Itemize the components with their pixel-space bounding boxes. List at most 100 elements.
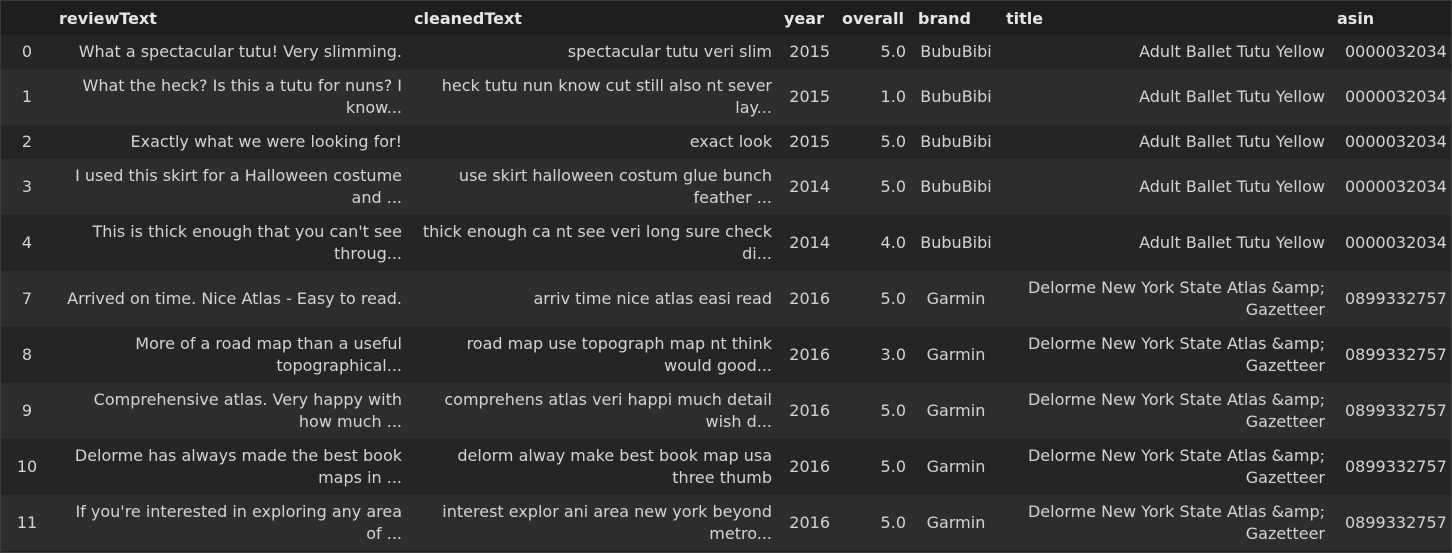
cell-asin: 0000032034 xyxy=(1331,69,1451,125)
column-header-reviewText: reviewText xyxy=(53,1,408,35)
cell-year: 2014 xyxy=(778,215,836,271)
cell-brand: BubuBibi xyxy=(912,69,1000,125)
cell-cleanedText: exact look xyxy=(408,125,778,159)
cell-reviewText: What the heck? Is this a tutu for nuns? … xyxy=(53,69,408,125)
cell-cleanedText: road map use topograph map nt think woul… xyxy=(408,327,778,383)
cell-year: 2015 xyxy=(778,69,836,125)
cell-overall: 4.0 xyxy=(836,215,912,271)
cell-cleanedText: thick enough ca nt see veri long sure ch… xyxy=(408,215,778,271)
cell-brand: Garmin xyxy=(912,439,1000,495)
cell-year: 2015 xyxy=(778,125,836,159)
cell-cleanedText: comprehens atlas veri happi much detail … xyxy=(408,383,778,439)
cell-cleanedText: arriv time nice atlas easi read xyxy=(408,271,778,327)
cell-asin: 0899332757 xyxy=(1331,495,1451,551)
row-index: 4 xyxy=(1,215,53,271)
column-header-cleanedText: cleanedText xyxy=(408,1,778,35)
cell-title: Delorme New York State Atlas &amp; Gazet… xyxy=(1000,327,1331,383)
cell-year: 2016 xyxy=(778,495,836,551)
cell-year: 2016 xyxy=(778,327,836,383)
cell-overall: 5.0 xyxy=(836,495,912,551)
row-index: 10 xyxy=(1,439,53,495)
row-index: 7 xyxy=(1,271,53,327)
cell-brand: BubuBibi xyxy=(912,159,1000,215)
cell-cleanedText: spectacular tutu veri slim xyxy=(408,35,778,69)
cell-title: Adult Ballet Tutu Yellow xyxy=(1000,35,1331,69)
table-row: 2 Exactly what we were looking for! exac… xyxy=(1,125,1451,159)
cell-brand: BubuBibi xyxy=(912,215,1000,271)
cell-brand: Garmin xyxy=(912,383,1000,439)
row-index: 9 xyxy=(1,383,53,439)
cell-year: 2016 xyxy=(778,271,836,327)
table-row: 3 I used this skirt for a Halloween cost… xyxy=(1,159,1451,215)
table-header: reviewText cleanedText year overall bran… xyxy=(1,1,1451,35)
cell-brand: Garmin xyxy=(912,495,1000,551)
table-row: 10 Delorme has always made the best book… xyxy=(1,439,1451,495)
cell-asin: 0000032034 xyxy=(1331,125,1451,159)
cell-title: Delorme New York State Atlas &amp; Gazet… xyxy=(1000,271,1331,327)
cell-brand: BubuBibi xyxy=(912,35,1000,69)
cell-reviewText: I used this skirt for a Halloween costum… xyxy=(53,159,408,215)
cell-title: Delorme New York State Atlas &amp; Gazet… xyxy=(1000,495,1331,551)
cell-reviewText: Comprehensive atlas. Very happy with how… xyxy=(53,383,408,439)
cell-overall: 5.0 xyxy=(836,35,912,69)
cell-overall: 1.0 xyxy=(836,69,912,125)
cell-asin: 0000032034 xyxy=(1331,159,1451,215)
table-row: 0 What a spectacular tutu! Very slimming… xyxy=(1,35,1451,69)
cell-asin: 0899332757 xyxy=(1331,271,1451,327)
column-header-brand: brand xyxy=(912,1,1000,35)
cell-year: 2016 xyxy=(778,439,836,495)
cell-title: Adult Ballet Tutu Yellow xyxy=(1000,125,1331,159)
cell-reviewText: Delorme has always made the best book ma… xyxy=(53,439,408,495)
cell-reviewText: More of a road map than a useful topogra… xyxy=(53,327,408,383)
cell-overall: 5.0 xyxy=(836,383,912,439)
table-row: 4 This is thick enough that you can't se… xyxy=(1,215,1451,271)
cell-reviewText: Exactly what we were looking for! xyxy=(53,125,408,159)
row-index: 3 xyxy=(1,159,53,215)
cell-reviewText: Arrived on time. Nice Atlas - Easy to re… xyxy=(53,271,408,327)
row-index: 0 xyxy=(1,35,53,69)
column-header-year: year xyxy=(778,1,836,35)
table-row: 7 Arrived on time. Nice Atlas - Easy to … xyxy=(1,271,1451,327)
cell-overall: 5.0 xyxy=(836,271,912,327)
cell-asin: 0899332757 xyxy=(1331,383,1451,439)
cell-reviewText: If you're interested in exploring any ar… xyxy=(53,495,408,551)
row-index: 2 xyxy=(1,125,53,159)
cell-asin: 0000032034 xyxy=(1331,215,1451,271)
table-row: 11 If you're interested in exploring any… xyxy=(1,495,1451,551)
row-index: 8 xyxy=(1,327,53,383)
cell-asin: 0000032034 xyxy=(1331,35,1451,69)
cell-brand: Garmin xyxy=(912,271,1000,327)
table-row: 8 More of a road map than a useful topog… xyxy=(1,327,1451,383)
cell-cleanedText: interest explor ani area new york beyond… xyxy=(408,495,778,551)
table-body: 0 What a spectacular tutu! Very slimming… xyxy=(1,35,1451,551)
cell-title: Adult Ballet Tutu Yellow xyxy=(1000,215,1331,271)
cell-title: Adult Ballet Tutu Yellow xyxy=(1000,159,1331,215)
cell-overall: 5.0 xyxy=(836,125,912,159)
cell-year: 2015 xyxy=(778,35,836,69)
cell-overall: 3.0 xyxy=(836,327,912,383)
cell-cleanedText: delorm alway make best book map usa thre… xyxy=(408,439,778,495)
dataframe-output: reviewText cleanedText year overall bran… xyxy=(0,0,1452,553)
cell-asin: 0899332757 xyxy=(1331,439,1451,495)
cell-overall: 5.0 xyxy=(836,159,912,215)
row-index: 11 xyxy=(1,495,53,551)
cell-reviewText: This is thick enough that you can't see … xyxy=(53,215,408,271)
table-row: 1 What the heck? Is this a tutu for nuns… xyxy=(1,69,1451,125)
cell-reviewText: What a spectacular tutu! Very slimming. xyxy=(53,35,408,69)
dataframe-table: reviewText cleanedText year overall bran… xyxy=(1,1,1451,551)
cell-brand: Garmin xyxy=(912,327,1000,383)
column-header-asin: asin xyxy=(1331,1,1451,35)
table-row: 9 Comprehensive atlas. Very happy with h… xyxy=(1,383,1451,439)
cell-year: 2014 xyxy=(778,159,836,215)
cell-title: Adult Ballet Tutu Yellow xyxy=(1000,69,1331,125)
column-header-title: title xyxy=(1000,1,1331,35)
cell-asin: 0899332757 xyxy=(1331,327,1451,383)
cell-title: Delorme New York State Atlas &amp; Gazet… xyxy=(1000,439,1331,495)
row-index: 1 xyxy=(1,69,53,125)
cell-title: Delorme New York State Atlas &amp; Gazet… xyxy=(1000,383,1331,439)
cell-overall: 5.0 xyxy=(836,439,912,495)
cell-cleanedText: use skirt halloween costum glue bunch fe… xyxy=(408,159,778,215)
cell-year: 2016 xyxy=(778,383,836,439)
index-header xyxy=(1,1,53,35)
cell-cleanedText: heck tutu nun know cut still also nt sev… xyxy=(408,69,778,125)
